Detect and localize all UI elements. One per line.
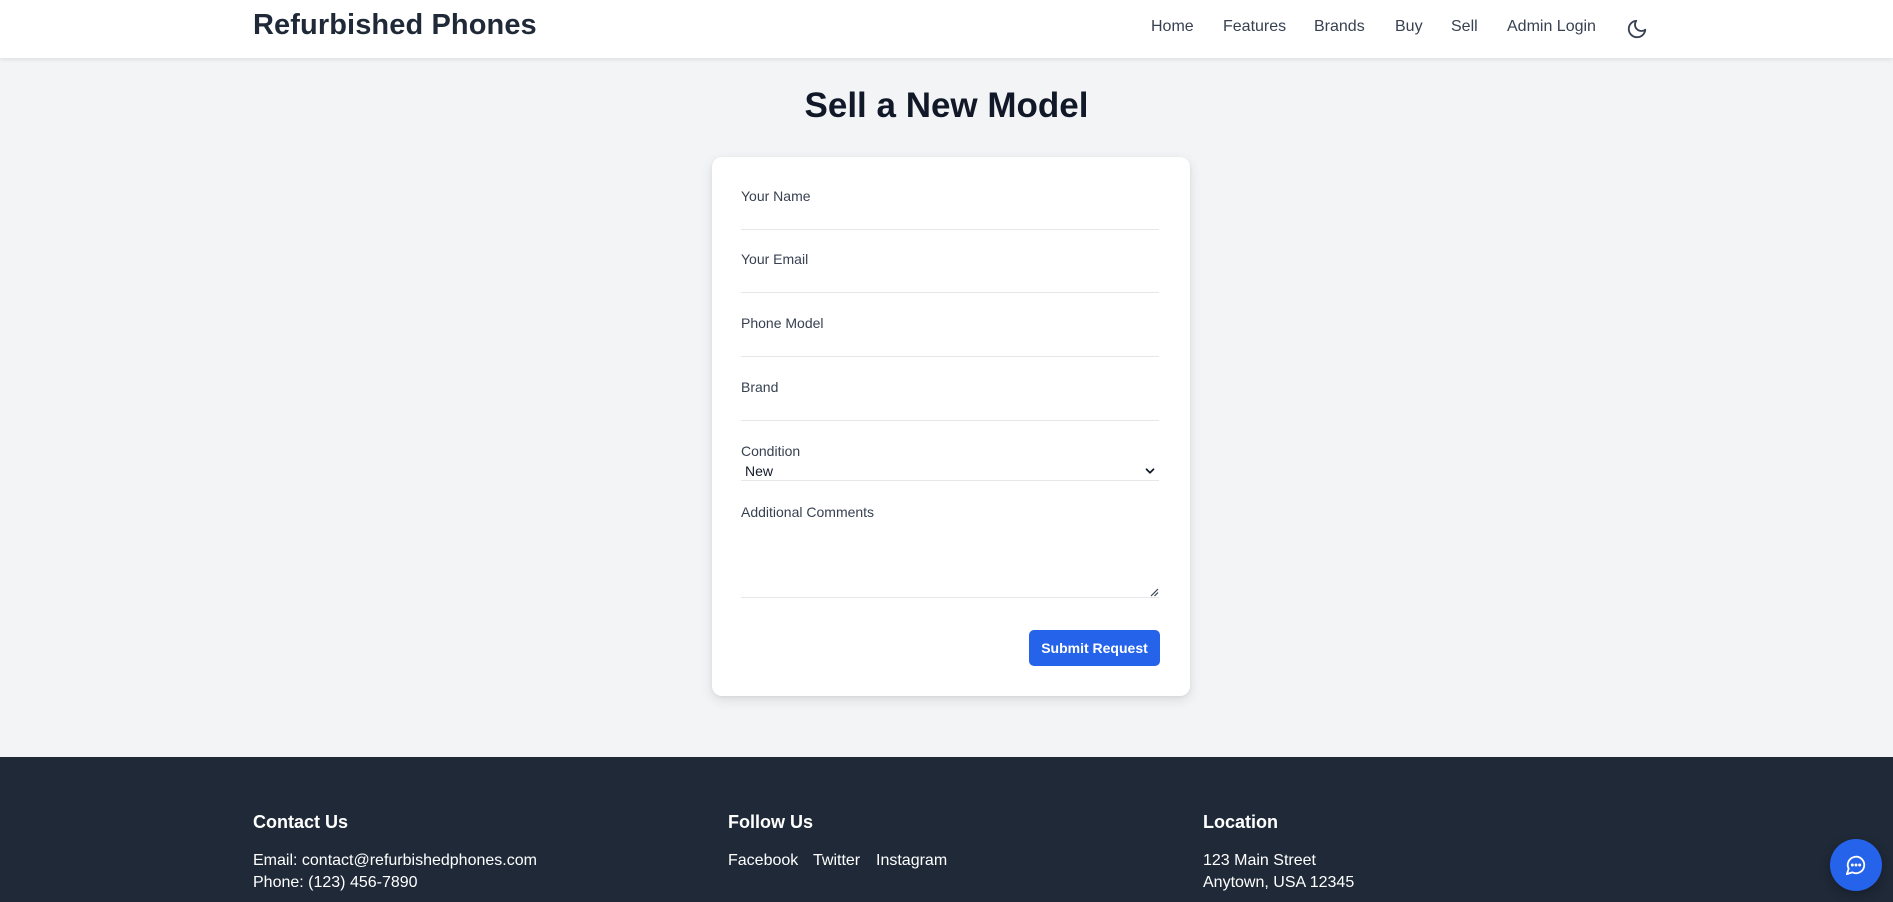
brand-input[interactable] bbox=[741, 399, 1159, 421]
page-title: Sell a New Model bbox=[804, 86, 1089, 125]
resize-handle-icon[interactable] bbox=[1149, 587, 1159, 597]
nav-admin-login[interactable]: Admin Login bbox=[1507, 18, 1596, 36]
contact-phone: Phone: (123) 456-7890 bbox=[253, 874, 418, 891]
follow-heading: Follow Us bbox=[728, 812, 813, 832]
email-label: Your Email bbox=[741, 251, 809, 267]
instagram-link[interactable]: Instagram bbox=[876, 852, 947, 870]
name-input[interactable] bbox=[741, 208, 1159, 230]
phone-model-label: Phone Model bbox=[741, 315, 824, 331]
contact-heading: Contact Us bbox=[253, 812, 349, 832]
condition-select[interactable]: New bbox=[741, 461, 1159, 481]
contact-email: Email: contact@refurbishedphones.com bbox=[253, 852, 537, 869]
comments-textarea[interactable] bbox=[741, 526, 1159, 598]
phone-model-input[interactable] bbox=[741, 335, 1159, 357]
name-label: Your Name bbox=[741, 188, 811, 204]
twitter-link[interactable]: Twitter bbox=[813, 852, 860, 870]
chat-button[interactable] bbox=[1830, 839, 1882, 891]
facebook-link[interactable]: Facebook bbox=[728, 852, 798, 870]
nav-home[interactable]: Home bbox=[1151, 18, 1194, 36]
email-input[interactable] bbox=[741, 271, 1159, 293]
location-city: Anytown, USA 12345 bbox=[1203, 874, 1355, 891]
location-heading: Location bbox=[1203, 812, 1278, 832]
site-header: Refurbished Phones Home Features Brands … bbox=[0, 0, 1893, 58]
nav-sell[interactable]: Sell bbox=[1451, 18, 1478, 36]
location-street: 123 Main Street bbox=[1203, 852, 1316, 869]
submit-request-button[interactable]: Submit Request bbox=[1029, 630, 1160, 666]
main-nav: Home Features Brands Buy Sell Admin Logi… bbox=[0, 18, 1893, 40]
comments-label: Additional Comments bbox=[741, 504, 875, 520]
brand-label: Brand bbox=[741, 379, 779, 395]
nav-brands[interactable]: Brands bbox=[1314, 18, 1365, 36]
chevron-down-icon bbox=[1145, 468, 1155, 474]
nav-buy[interactable]: Buy bbox=[1395, 18, 1423, 36]
condition-label: Condition bbox=[741, 443, 801, 459]
nav-features[interactable]: Features bbox=[1223, 18, 1286, 36]
chat-bubble-icon bbox=[1845, 855, 1866, 876]
sell-form-card: Your Name Your Email Phone Model Brand C… bbox=[712, 157, 1190, 696]
moon-icon[interactable] bbox=[1626, 18, 1648, 40]
site-footer: Contact Us Email: contact@refurbishedpho… bbox=[0, 757, 1893, 902]
condition-selected-value: New bbox=[745, 463, 774, 479]
